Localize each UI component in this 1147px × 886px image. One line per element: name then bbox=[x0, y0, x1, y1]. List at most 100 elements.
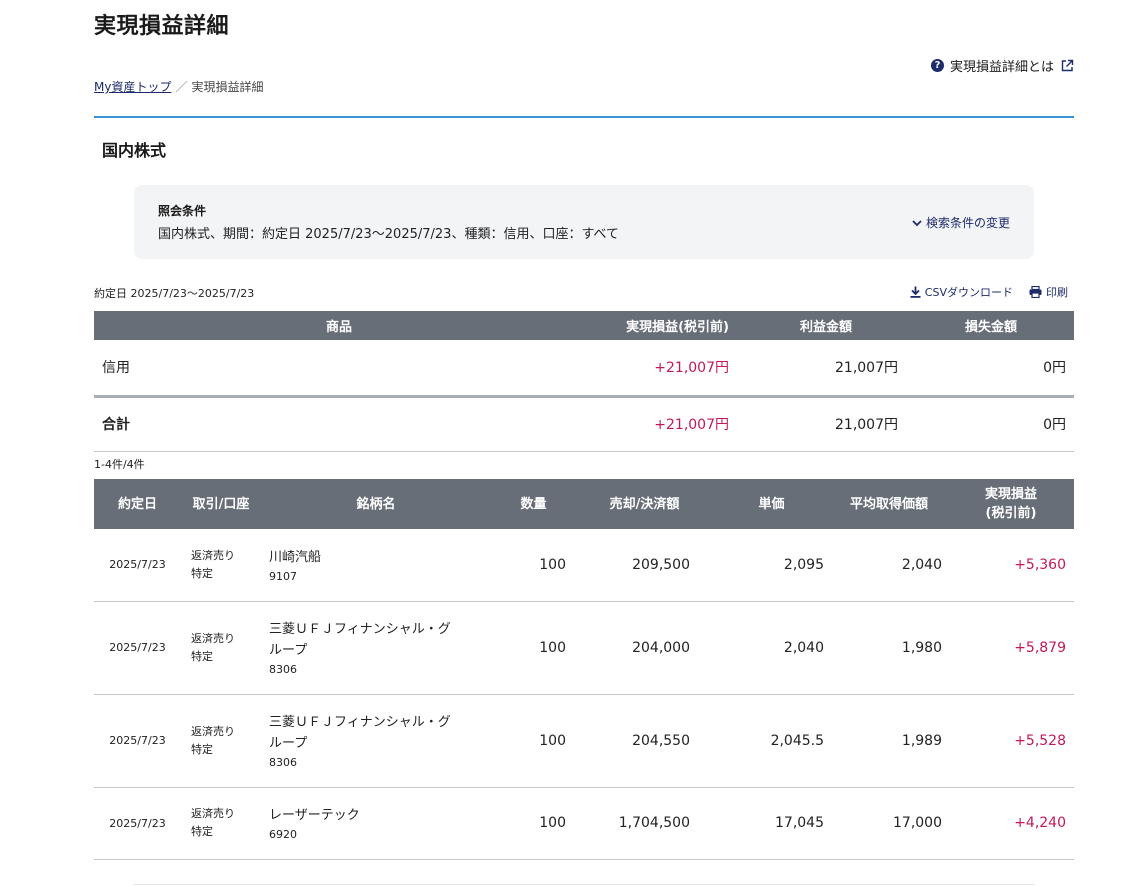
stock-name: 三菱ＵＦＪフィナンシャル・グ bbox=[269, 715, 451, 730]
row-price: 2,040 bbox=[713, 601, 830, 695]
summary-header-row: 商品 実現損益(税引前) 利益金額 損失金額 bbox=[94, 311, 1074, 340]
stock-code: 6920 bbox=[269, 828, 297, 841]
row-type: 返済売り 特定 bbox=[181, 694, 261, 788]
summary-total-loss: 0円 bbox=[908, 396, 1074, 452]
section-title: 国内株式 bbox=[102, 141, 167, 160]
question-icon: ? bbox=[930, 59, 944, 72]
row-date: 2025/7/23 bbox=[94, 529, 181, 602]
stock-code: 9107 bbox=[269, 569, 297, 583]
detail-header-type: 取引/口座 bbox=[181, 479, 261, 529]
row-account: 特定 bbox=[191, 825, 213, 838]
change-conditions-button[interactable]: 検索条件の変更 bbox=[912, 214, 1010, 231]
detail-header-realized-line2: (税引前) bbox=[985, 506, 1037, 521]
row-qty: 100 bbox=[491, 787, 576, 860]
row-qty: 100 bbox=[491, 694, 576, 788]
summary-realized: +21,007円 bbox=[584, 340, 744, 398]
row-avg: 1,980 bbox=[830, 601, 948, 695]
stock-name-cont: ループ bbox=[269, 736, 308, 751]
table-row: 2025/7/23 返済売り 特定 レーザーテック 6920 100 1,704… bbox=[94, 787, 1074, 860]
row-realized: +5,528 bbox=[948, 694, 1074, 788]
row-date: 2025/7/23 bbox=[94, 601, 181, 695]
conditions-text: 国内株式、期間：約定日 2025/7/23〜2025/7/23、種類：信用、口座… bbox=[158, 227, 620, 242]
row-name-cell: 三菱ＵＦＪフィナンシャル・グ ループ 8306 bbox=[261, 694, 491, 788]
csv-download-label: CSVダウンロード bbox=[924, 286, 1013, 299]
stock-code: 8306 bbox=[269, 663, 297, 676]
help-link-label: 実現損益詳細とは bbox=[949, 60, 1054, 75]
detail-header-qty: 数量 bbox=[491, 479, 576, 529]
table-row: 2025/7/23 返済売り 特定 川崎汽船 9107 100 209,500 … bbox=[94, 529, 1074, 602]
row-date: 2025/7/23 bbox=[94, 787, 181, 860]
row-name-cell: 三菱ＵＦＪフィナンシャル・グ ループ 8306 bbox=[261, 601, 491, 695]
summary-loss: 0円 bbox=[908, 340, 1074, 398]
summary-total-row: 合計 +21,007円 21,007円 0円 bbox=[94, 396, 1074, 452]
summary-product: 信用 bbox=[94, 340, 584, 398]
row-realized: +4,240 bbox=[948, 787, 1074, 860]
row-trade: 返済売り bbox=[191, 631, 235, 645]
row-amount: 209,500 bbox=[576, 529, 713, 602]
stock-name-cont: ループ bbox=[269, 643, 308, 658]
row-type: 返済売り 特定 bbox=[181, 529, 261, 602]
change-conditions-label: 検索条件の変更 bbox=[925, 216, 1010, 230]
row-trade: 返済売り bbox=[191, 724, 235, 738]
row-avg: 1,989 bbox=[830, 694, 948, 788]
summary-header-loss: 損失金額 bbox=[908, 311, 1074, 340]
csv-download-button[interactable]: CSVダウンロード bbox=[910, 284, 1013, 300]
summary-total-realized: +21,007円 bbox=[584, 396, 744, 452]
section-divider bbox=[94, 116, 1074, 118]
summary-header-profit: 利益金額 bbox=[744, 311, 908, 340]
breadcrumb-home-link[interactable]: My資産トップ bbox=[94, 80, 171, 94]
detail-header-avg: 平均取得価額 bbox=[830, 479, 948, 529]
summary-header-product: 商品 bbox=[94, 311, 584, 340]
detail-header-name: 銘柄名 bbox=[261, 479, 491, 529]
row-amount: 204,550 bbox=[576, 694, 713, 788]
result-count: 1-4件/4件 bbox=[94, 458, 145, 471]
detail-header-amount: 売却/決済額 bbox=[576, 479, 713, 529]
row-name-cell: 川崎汽船 9107 bbox=[261, 529, 491, 602]
row-date: 2025/7/23 bbox=[94, 694, 181, 788]
stock-name: 川崎汽船 bbox=[269, 549, 322, 565]
table-row: 2025/7/23 返済売り 特定 三菱ＵＦＪフィナンシャル・グ ループ 830… bbox=[94, 601, 1074, 695]
summary-table: 商品 実現損益(税引前) 利益金額 損失金額 信用 +21,007円 21,00… bbox=[94, 311, 1074, 452]
search-conditions-box: 照会条件 国内株式、期間：約定日 2025/7/23〜2025/7/23、種類：… bbox=[134, 185, 1034, 259]
row-realized: +5,879 bbox=[948, 601, 1074, 695]
row-avg: 2,040 bbox=[830, 529, 948, 602]
row-type: 返済売り 特定 bbox=[181, 787, 261, 860]
external-link-icon bbox=[1061, 59, 1074, 71]
summary-row: 信用 +21,007円 21,007円 0円 bbox=[94, 340, 1074, 398]
row-qty: 100 bbox=[491, 529, 576, 602]
period-text: 約定日 2025/7/23〜2025/7/23 bbox=[94, 287, 255, 300]
bottom-divider bbox=[134, 884, 1034, 885]
summary-total-label: 合計 bbox=[94, 396, 584, 452]
breadcrumb-current: 実現損益詳細 bbox=[191, 80, 264, 94]
help-link[interactable]: ? 実現損益詳細とは bbox=[930, 56, 1074, 75]
stock-name: 三菱ＵＦＪフィナンシャル・グ bbox=[269, 622, 451, 637]
summary-header-realized: 実現損益(税引前) bbox=[584, 311, 744, 340]
conditions-label: 照会条件 bbox=[158, 204, 207, 218]
row-name-cell: レーザーテック 6920 bbox=[261, 787, 491, 860]
print-button[interactable]: 印刷 bbox=[1029, 284, 1068, 300]
detail-header-date: 約定日 bbox=[94, 479, 181, 529]
breadcrumb-separator: ／ bbox=[175, 80, 188, 94]
detail-table: 約定日 取引/口座 銘柄名 数量 売却/決済額 単価 平均取得価額 実現損益 (… bbox=[94, 479, 1074, 860]
summary-profit: 21,007円 bbox=[744, 340, 908, 398]
detail-header-price: 単価 bbox=[713, 479, 830, 529]
row-price: 17,045 bbox=[713, 787, 830, 860]
page-title: 実現損益詳細 bbox=[94, 14, 230, 39]
row-account: 特定 bbox=[191, 742, 213, 756]
row-type: 返済売り 特定 bbox=[181, 601, 261, 695]
stock-code: 8306 bbox=[269, 756, 297, 769]
row-amount: 204,000 bbox=[576, 601, 713, 695]
row-price: 2,095 bbox=[713, 529, 830, 602]
print-label: 印刷 bbox=[1046, 286, 1068, 299]
row-trade: 返済売り bbox=[191, 807, 235, 820]
row-trade: 返済売り bbox=[191, 548, 235, 562]
detail-header-realized: 実現損益 (税引前) bbox=[948, 479, 1074, 529]
row-account: 特定 bbox=[191, 566, 213, 580]
breadcrumb: My資産トップ ／実現損益詳細 bbox=[94, 78, 264, 95]
row-qty: 100 bbox=[491, 601, 576, 695]
table-row: 2025/7/23 返済売り 特定 三菱ＵＦＪフィナンシャル・グ ループ 830… bbox=[94, 694, 1074, 788]
row-realized: +5,360 bbox=[948, 529, 1074, 602]
detail-header-row: 約定日 取引/口座 銘柄名 数量 売却/決済額 単価 平均取得価額 実現損益 (… bbox=[94, 479, 1074, 529]
chevron-down-icon bbox=[912, 219, 922, 226]
row-account: 特定 bbox=[191, 649, 213, 663]
